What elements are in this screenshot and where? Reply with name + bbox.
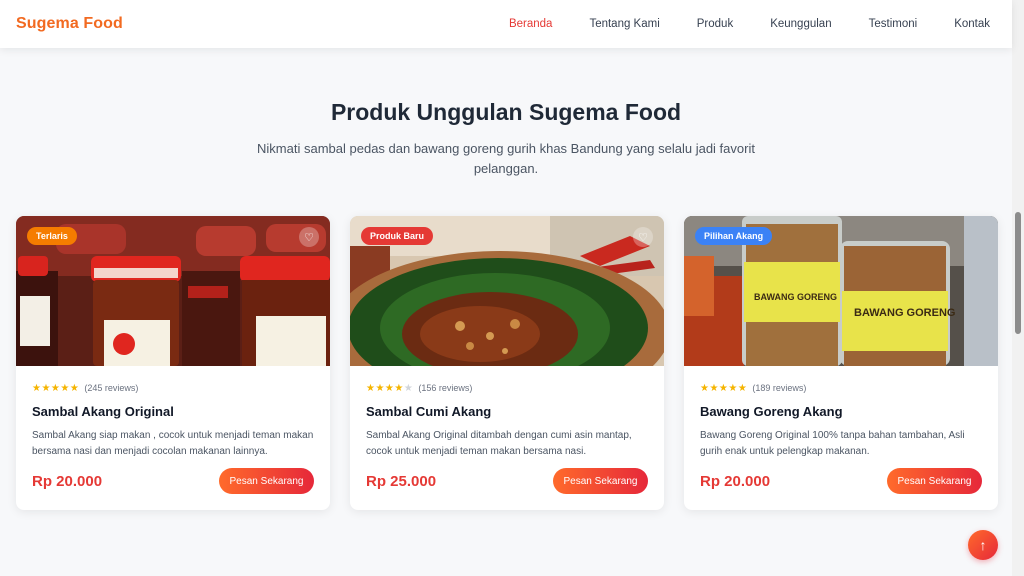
nav-beranda[interactable]: Beranda xyxy=(509,18,552,30)
review-count: (156 reviews) xyxy=(418,383,473,393)
order-button[interactable]: Pesan Sekarang xyxy=(219,468,314,494)
section-title: Produk Unggulan Sugema Food xyxy=(330,99,682,125)
heart-icon[interactable]: ♡ xyxy=(633,227,653,247)
product-image: Produk Baru ♡ xyxy=(350,216,664,366)
review-count: (245 reviews) xyxy=(84,383,139,393)
product-description: Sambal Akang Original ditambah dengan cu… xyxy=(366,430,632,457)
star-rating-icon: ★★★★★ xyxy=(366,382,414,394)
order-button[interactable]: Pesan Sekarang xyxy=(887,468,982,494)
product-name: Sambal Cumi Akang xyxy=(366,404,492,419)
rating: ★★★★★ (156 reviews) xyxy=(366,380,648,396)
star-rating-icon: ★★★★★ xyxy=(32,382,80,394)
badge-produk-baru: Produk Baru xyxy=(361,227,434,245)
product-description: Bawang Goreng Original 100% tanpa bahan … xyxy=(700,430,965,457)
product-price: Rp 25.000 xyxy=(366,472,437,490)
rating: ★★★★★ (245 reviews) xyxy=(32,380,314,396)
navbar: Sugema Food Beranda Tentang Kami Produk … xyxy=(0,0,1012,48)
brand-logo[interactable]: Sugema Food xyxy=(16,15,123,33)
product-card-bawang-goreng-akang: BAWANG GORENG BAWANG GORENG Pilihan Akan… xyxy=(684,216,998,510)
product-name: Sambal Akang Original xyxy=(32,404,174,419)
product-name: Bawang Goreng Akang xyxy=(700,404,843,419)
nav-kontak[interactable]: Kontak xyxy=(954,18,990,30)
heart-icon[interactable]: ♡ xyxy=(299,227,319,247)
badge-terlaris: Terlaris xyxy=(27,227,77,245)
rating: ★★★★★ (189 reviews) xyxy=(700,380,982,396)
badge-pilihan-akang: Pilihan Akang xyxy=(695,227,773,245)
product-card-sambal-akang-original: Terlaris ♡ ★★★★★ (245 reviews) Sambal Ak… xyxy=(16,216,330,510)
review-count: (189 reviews) xyxy=(752,383,807,393)
main-nav: Beranda Tentang Kami Produk Keunggulan T… xyxy=(472,18,990,30)
product-price: Rp 20.000 xyxy=(700,472,771,490)
scrollbar-thumb[interactable] xyxy=(1015,212,1021,334)
nav-produk[interactable]: Produk xyxy=(697,18,733,30)
product-image: Terlaris ♡ xyxy=(16,216,330,366)
star-rating-icon: ★★★★★ xyxy=(700,382,748,394)
jar-label: BAWANG GORENG xyxy=(854,307,955,319)
section-subtitle: Nikmati sambal pedas dan bawang goreng g… xyxy=(257,141,755,176)
order-button[interactable]: Pesan Sekarang xyxy=(553,468,648,494)
scrollbar[interactable] xyxy=(1012,0,1024,576)
product-price: Rp 20.000 xyxy=(32,472,103,490)
jar-label: BAWANG GORENG xyxy=(754,292,837,302)
nav-testimoni[interactable]: Testimoni xyxy=(869,18,918,30)
product-image: BAWANG GORENG BAWANG GORENG Pilihan Akan… xyxy=(684,216,998,366)
scroll-to-top-button[interactable]: ↑ xyxy=(968,530,998,560)
nav-tentang-kami[interactable]: Tentang Kami xyxy=(589,18,659,30)
arrow-up-icon: ↑ xyxy=(979,537,987,553)
nav-keunggulan[interactable]: Keunggulan xyxy=(770,18,831,30)
product-card-sambal-cumi-akang: Produk Baru ♡ ★★★★★ (156 reviews) Sambal… xyxy=(350,216,664,510)
product-description: Sambal Akang siap makan , cocok untuk me… xyxy=(32,430,314,457)
